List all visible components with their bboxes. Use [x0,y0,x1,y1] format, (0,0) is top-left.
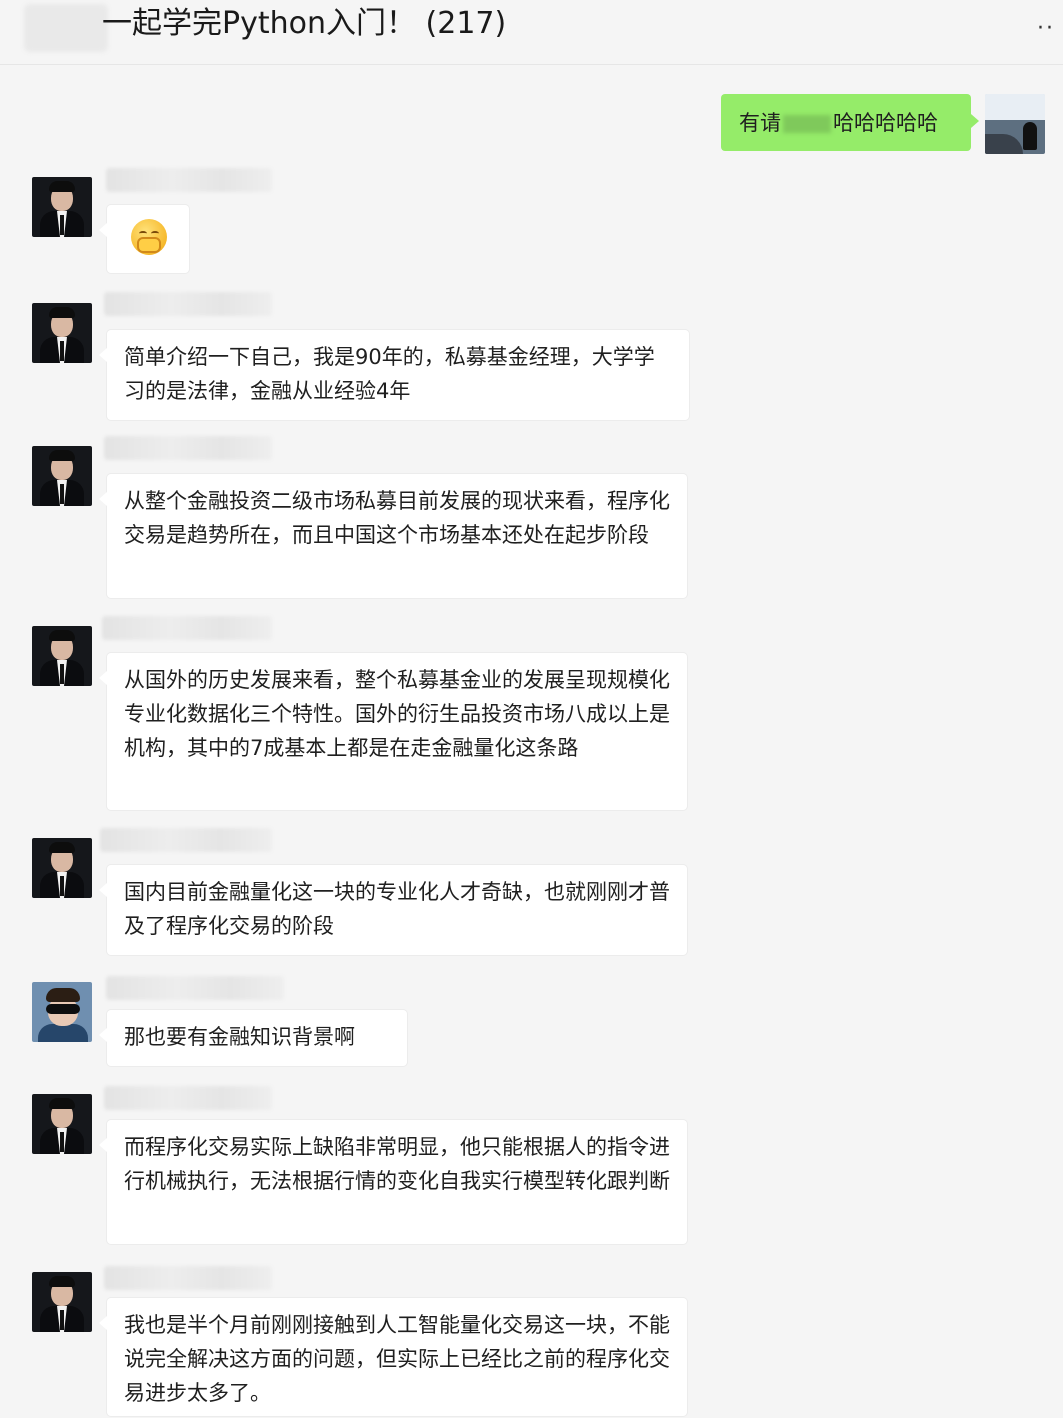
sender-nickname-blurred [104,292,272,316]
sender-avatar[interactable] [32,838,92,898]
message-bubble[interactable]: 我也是半个月前刚刚接触到人工智能量化交易这一块，不能说完全解决这方面的问题，但实… [99,1298,687,1416]
chat-header: 一起学完Python入门！ (217) ·· [0,0,1063,65]
message-text: 国内目前金融量化这一块的专业化人才奇缺，也就刚刚才普及了程序化交易的阶段 [124,880,670,938]
sender-nickname-blurred [104,436,272,460]
sender-nickname-blurred [104,1266,272,1290]
sender-nickname-blurred [100,828,272,852]
chat-title[interactable]: 一起学完Python入门！ (217) [102,4,506,44]
sender-avatar[interactable] [32,982,92,1042]
sender-nickname-blurred [106,976,284,1000]
message-bubble[interactable]: 国内目前金融量化这一块的专业化人才奇缺，也就刚刚才普及了程序化交易的阶段 [99,865,687,955]
redacted-name [783,115,831,133]
more-icon[interactable]: ·· [1037,16,1055,41]
message-text: 有请 [739,111,781,135]
sender-avatar[interactable] [32,177,92,237]
message-bubble[interactable]: 那也要有金融知识背景啊 [99,1010,407,1066]
sender-nickname-blurred [104,1086,272,1110]
sender-avatar[interactable] [32,1094,92,1154]
message-text: 哈哈哈哈哈 [833,111,938,135]
message-text: 那也要有金融知识背景啊 [124,1025,355,1049]
sender-nickname-blurred [102,616,272,640]
sender-avatar[interactable] [32,626,92,686]
message-text: 从国外的历史发展来看，整个私募基金业的发展呈现规模化专业化数据化三个特性。国外的… [124,668,670,760]
message-bubble[interactable]: 从整个金融投资二级市场私募目前发展的现状来看，程序化交易是趋势所在，而且中国这个… [99,474,687,598]
sender-avatar[interactable] [32,1272,92,1332]
self-avatar[interactable] [985,94,1045,154]
message-text: 而程序化交易实际上缺陷非常明显，他只能根据人的指令进行机械执行，无法根据行情的变… [124,1135,670,1193]
emoji-message-bubble[interactable] [99,205,189,273]
thinking-face-emoji-icon [131,219,167,255]
self-message-bubble[interactable]: 有请 哈哈哈哈哈 [721,94,979,151]
message-text: 我也是半个月前刚刚接触到人工智能量化交易这一块，不能说完全解决这方面的问题，但实… [124,1313,670,1405]
sender-nickname-blurred [106,168,272,192]
message-bubble[interactable]: 从国外的历史发展来看，整个私募基金业的发展呈现规模化专业化数据化三个特性。国外的… [99,653,687,810]
sender-avatar[interactable] [32,446,92,506]
message-text: 从整个金融投资二级市场私募目前发展的现状来看，程序化交易是趋势所在，而且中国这个… [124,489,670,547]
message-bubble[interactable]: 而程序化交易实际上缺陷非常明显，他只能根据人的指令进行机械执行，无法根据行情的变… [99,1120,687,1244]
message-bubble[interactable]: 简单介绍一下自己，我是90年的，私募基金经理，大学学习的是法律，金融从业经验4年 [99,330,689,420]
message-text: 简单介绍一下自己，我是90年的，私募基金经理，大学学习的是法律，金融从业经验4年 [124,345,655,403]
blurred-avatar [24,4,108,52]
sender-avatar[interactable] [32,303,92,363]
